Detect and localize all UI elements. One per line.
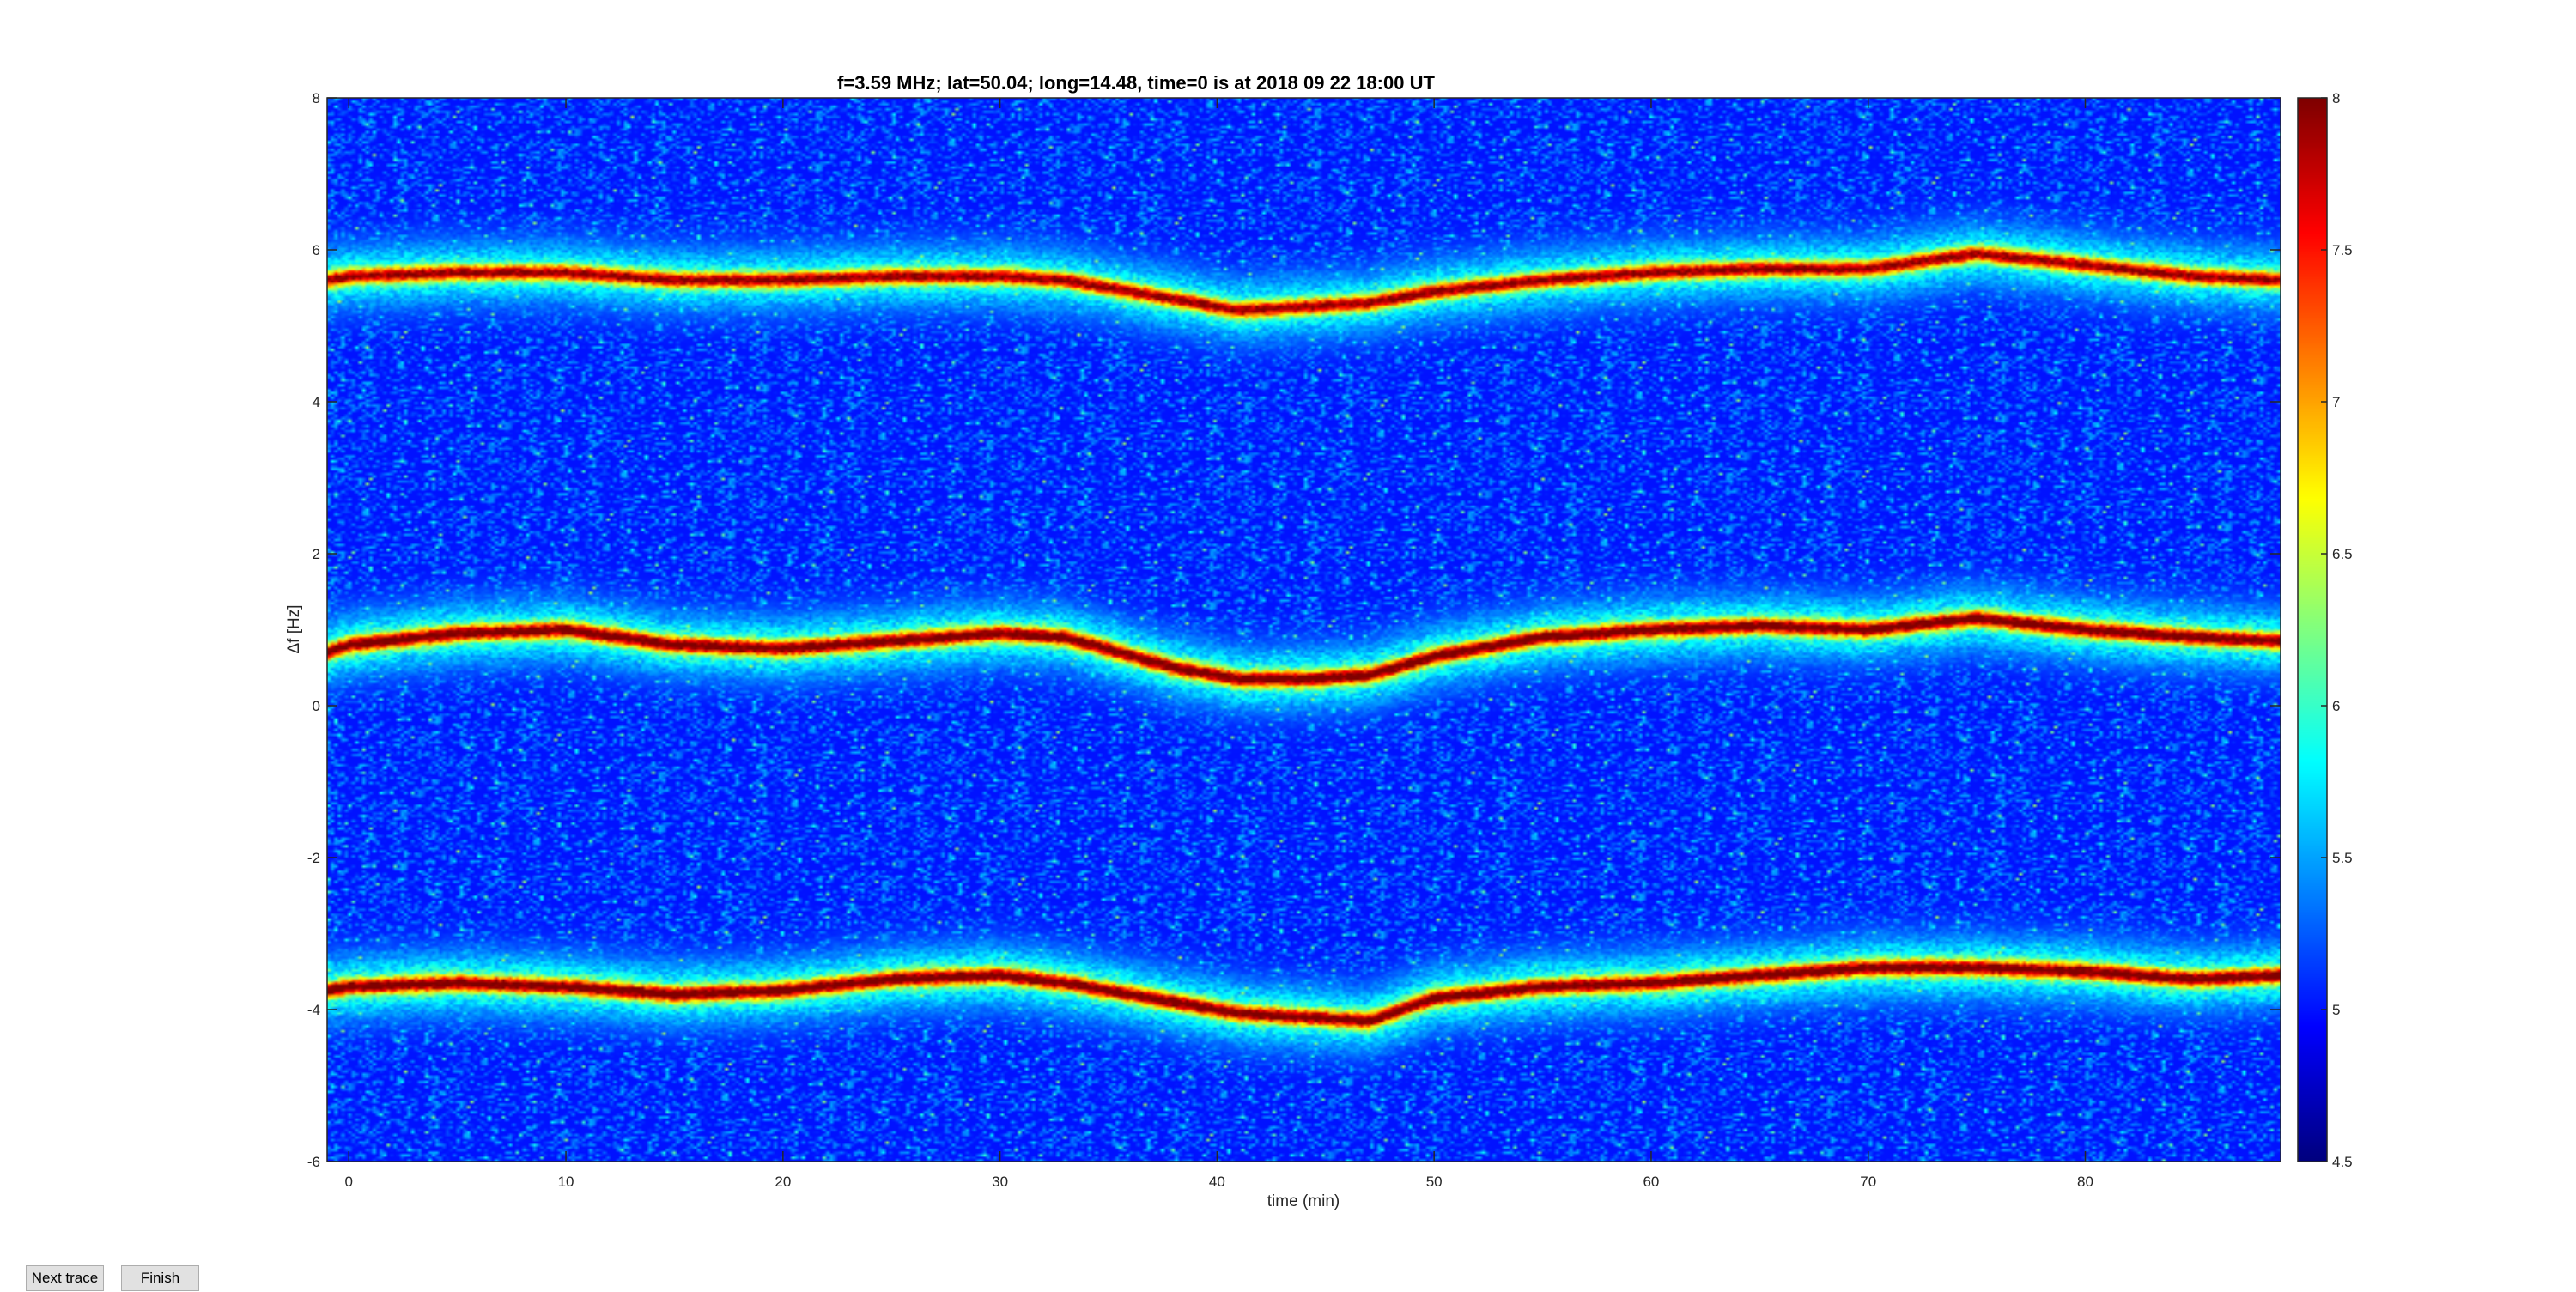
colorbar-tick-label: 4.5 — [2332, 1154, 2353, 1170]
y-tick-label: -2 — [307, 850, 320, 866]
x-tick-label: 80 — [2077, 1174, 2093, 1190]
x-axis-label: time (min) — [1267, 1192, 1340, 1210]
y-tick-label: 6 — [313, 242, 320, 258]
y-axis-label: Δf [Hz] — [285, 604, 303, 653]
chart-title: f=3.59 MHz; lat=50.04; long=14.48, time=… — [837, 72, 1435, 94]
colorbar-tick-label: 6.5 — [2332, 546, 2353, 562]
y-tick-label: -6 — [307, 1154, 320, 1170]
colorbar-tick-label: 8 — [2332, 90, 2340, 106]
x-tick-label: 0 — [345, 1174, 353, 1190]
next-trace-button[interactable]: Next trace — [26, 1265, 104, 1291]
x-tick-label: 40 — [1209, 1174, 1225, 1190]
x-tick-label: 30 — [992, 1174, 1008, 1190]
colorbar-tick-label: 5 — [2332, 1002, 2340, 1018]
finish-button[interactable]: Finish — [121, 1265, 199, 1291]
y-tick-label: -4 — [307, 1002, 320, 1018]
x-tick-label: 10 — [558, 1174, 574, 1190]
x-tick-label: 20 — [775, 1174, 791, 1190]
colorbar-tick-label: 7.5 — [2332, 242, 2353, 258]
x-tick-label: 70 — [1860, 1174, 1876, 1190]
chart-figure: f=3.59 MHz; lat=50.04; long=14.48, time=… — [285, 72, 2353, 1210]
y-tick-label: 2 — [313, 546, 320, 562]
y-tick-label: 4 — [313, 394, 320, 410]
x-tick-label: 60 — [1643, 1174, 1659, 1190]
x-tick-label: 50 — [1426, 1174, 1443, 1190]
colorbar-image — [2298, 98, 2327, 1162]
y-tick-label: 0 — [313, 698, 320, 714]
colorbar-tick-label: 7 — [2332, 394, 2340, 410]
heatmap-image — [327, 98, 2281, 1162]
colorbar-tick-label: 5.5 — [2332, 850, 2353, 866]
colorbar-tick-label: 6 — [2332, 698, 2340, 714]
y-tick-label: 8 — [313, 90, 320, 106]
